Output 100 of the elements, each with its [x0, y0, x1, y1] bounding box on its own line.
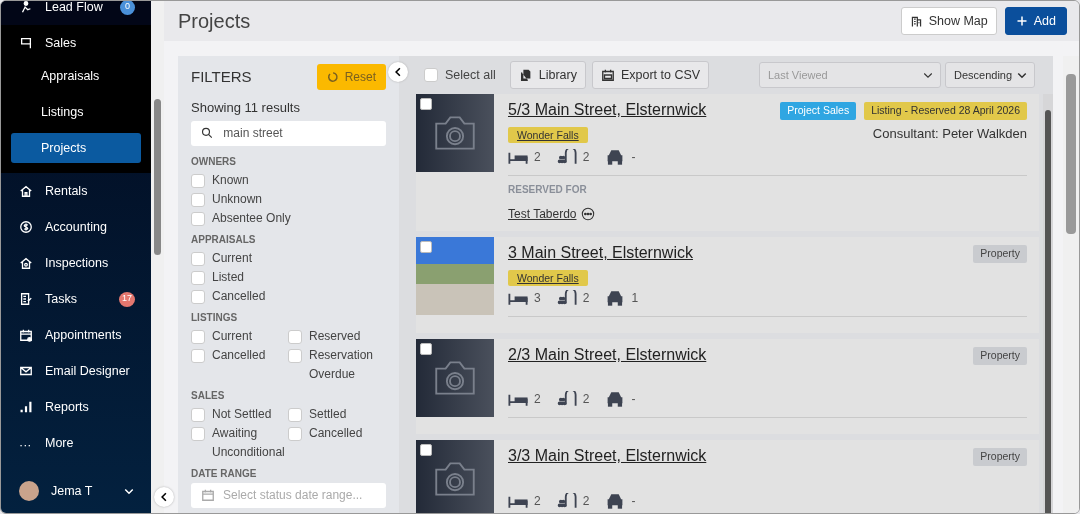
reset-icon [326, 71, 339, 83]
consultant-name: Consultant: Peter Walkden [872, 124, 1027, 143]
filter-checkbox[interactable]: Not Settled [191, 404, 288, 424]
filter-checkbox[interactable]: Listed [191, 267, 386, 287]
reserved-contact-link[interactable]: Test Taberdo [508, 205, 577, 224]
status-tag: Property [973, 448, 1027, 466]
filter-group-heading: OWNERS [191, 154, 237, 169]
select-all-checkbox[interactable]: Select all [424, 65, 496, 85]
shower-icon [556, 391, 577, 408]
dollar-circle-icon [19, 220, 33, 234]
filter-checkbox[interactable]: Reserved [288, 326, 386, 346]
filter-checkbox[interactable]: Reservation Overdue [288, 345, 386, 384]
sidebar-item[interactable]: Reports [1, 389, 151, 425]
filter-checkbox[interactable]: Cancelled [191, 345, 288, 384]
sidebar-item[interactable]: Tasks 17 [1, 281, 151, 317]
feature-count: 2 [582, 149, 590, 167]
plus-icon [1015, 15, 1028, 27]
feature-count: 2 [582, 492, 590, 510]
filter-group-heading: LISTINGS [191, 310, 239, 325]
feature-count: 3 [534, 289, 541, 307]
envelope-icon [19, 364, 33, 378]
reserved-for-label: RESERVED FOR [508, 183, 588, 198]
scrollbar[interactable] [151, 1, 164, 513]
reset-button[interactable]: Reset [316, 64, 386, 90]
card-checkbox[interactable] [420, 444, 432, 457]
feature-count: 2 [582, 289, 590, 307]
show-map-button[interactable]: Show Map [900, 6, 997, 36]
filter-checkbox[interactable]: Cancelled [288, 423, 386, 462]
filter-checkbox[interactable]: Absentee Only [191, 208, 386, 228]
filter-checkbox[interactable]: Awaiting Unconditional [191, 423, 288, 462]
chevron-left-icon [159, 492, 169, 502]
feature-count: 2 [534, 391, 541, 409]
filter-checkbox[interactable]: Settled [288, 404, 386, 424]
calendar-icon [19, 328, 33, 342]
shower-icon [556, 149, 577, 166]
filter-checkbox[interactable]: Cancelled [191, 286, 386, 306]
page-title: Projects [178, 9, 251, 33]
card-checkbox[interactable] [420, 241, 432, 254]
building-icon [909, 14, 923, 28]
sidebar-item[interactable]: Lead Flow 0 [1, 1, 151, 25]
chevron-left-icon [393, 67, 403, 77]
add-button[interactable]: Add [1004, 6, 1067, 36]
status-tag: Project Sales [780, 102, 857, 120]
results-count: Showing 11 results [191, 99, 301, 117]
project-tag[interactable]: Wonder Falls [508, 126, 588, 143]
property-address-link[interactable]: 2/3 Main Street, Elsternwick [508, 345, 707, 363]
scrollbar[interactable] [1043, 94, 1053, 513]
notification-badge: 0 [120, 1, 135, 15]
filter-checkbox[interactable]: Unknown [191, 189, 386, 209]
sidebar-subitem[interactable]: Listings [11, 97, 141, 127]
filters-heading: FILTERS [191, 68, 252, 86]
feature-count: - [631, 492, 636, 510]
feature-count: - [631, 391, 636, 409]
sort-order-dropdown[interactable]: Descending [945, 62, 1035, 88]
search-icon [201, 126, 214, 140]
status-tag: Property [973, 346, 1027, 365]
filter-checkbox[interactable]: Current [191, 248, 386, 268]
library-button[interactable]: Library [509, 60, 586, 90]
property-address-link[interactable]: 3 Main Street, Elsternwick [508, 244, 693, 262]
sidebar-item[interactable]: ··· More [1, 425, 151, 461]
sidebar-item[interactable]: Accounting [1, 209, 151, 245]
more-icon: ··· [19, 436, 33, 450]
bar-chart-icon [19, 400, 33, 414]
card-checkbox[interactable] [420, 98, 432, 110]
status-tag: Listing - Reserved 28 April 2026 [864, 102, 1027, 120]
filter-checkbox[interactable]: Current [191, 326, 288, 346]
avatar [19, 481, 39, 501]
sidebar-subitem[interactable]: Projects [11, 133, 141, 163]
sidebar-item[interactable]: Rentals [1, 173, 151, 209]
feature-count: - [631, 149, 636, 167]
filter-group-heading: APPRAISALS [191, 232, 257, 247]
person-icon [19, 1, 33, 14]
csv-calendar-icon [600, 68, 615, 82]
filter-group-heading: DATE RANGE [191, 466, 258, 481]
sidebar-item[interactable]: Appointments [1, 317, 151, 353]
notification-badge: 17 [119, 291, 135, 307]
scrollbar[interactable] [1063, 56, 1079, 513]
shower-icon [556, 289, 577, 306]
documents-icon [518, 68, 533, 82]
project-tag[interactable]: Wonder Falls [508, 269, 588, 286]
checklist-icon [19, 292, 33, 306]
house-icon [19, 184, 33, 198]
sidebar-item[interactable]: Email Designer [1, 353, 151, 389]
user-name: Jema T [51, 482, 93, 500]
feature-count: 1 [631, 289, 639, 307]
card-checkbox[interactable] [420, 342, 432, 355]
sidebar-item[interactable]: Inspections [1, 245, 151, 281]
status-tag: Property [973, 245, 1027, 263]
feature-count: 2 [534, 492, 541, 510]
filter-checkbox[interactable]: Known [191, 170, 386, 190]
more-options-icon [580, 207, 595, 222]
search-field[interactable]: main street [191, 120, 386, 146]
feature-count: 2 [582, 391, 590, 409]
search-input[interactable]: main street [221, 123, 376, 143]
sidebar-item[interactable]: Sales [1, 25, 151, 61]
property-address-link[interactable]: 3/3 Main Street, Elsternwick [508, 447, 707, 465]
house-search-icon [19, 256, 33, 270]
export-button[interactable]: Export to CSV [591, 60, 710, 90]
sidebar-subitem[interactable]: Appraisals [11, 61, 141, 91]
property-address-link[interactable]: 5/3 Main Street, Elsternwick [508, 101, 707, 118]
